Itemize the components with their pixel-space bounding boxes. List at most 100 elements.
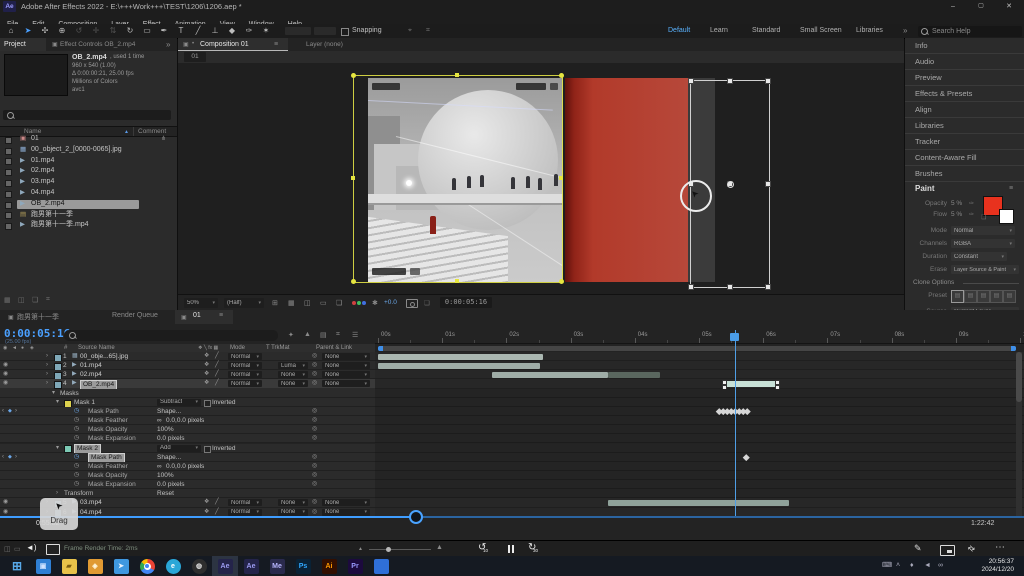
row-track[interactable] [375, 352, 1024, 361]
expand-arrow[interactable]: › [46, 361, 48, 370]
row-track[interactable] [375, 398, 1024, 407]
layer-duration-bar[interactable] [492, 372, 608, 378]
keyframe-indicator[interactable]: ◆ [8, 407, 12, 416]
row-track[interactable] [375, 480, 1024, 489]
clone-preset-5[interactable]: ▤ [1003, 290, 1016, 303]
label-square[interactable] [5, 148, 12, 155]
switch-icon[interactable]: ╱ [215, 498, 219, 507]
layer-duration-bar[interactable] [608, 372, 660, 378]
project-toolbar-icon[interactable]: ❏ [32, 296, 38, 304]
screencast-icon[interactable] [46, 544, 60, 555]
layer-name[interactable]: 01.mp4 [80, 361, 102, 370]
comp-breadcrumb[interactable]: 01 [184, 52, 206, 62]
panel-tab-effects-presets[interactable]: Effects & Presets [905, 86, 1024, 102]
prev-keyframe-button[interactable]: ‹ [2, 453, 4, 462]
label-square[interactable] [5, 158, 12, 165]
opacity-value[interactable]: 5 % [951, 200, 962, 207]
taskbar-folder[interactable]: ▰ [56, 556, 82, 576]
next-keyframe-button[interactable]: › [15, 407, 17, 416]
flow-value[interactable]: 5 % [951, 211, 962, 218]
mask-center-handle[interactable] [727, 181, 734, 188]
link-icon[interactable]: ∞ [157, 462, 162, 471]
mode-select[interactable]: Normal▾ [228, 353, 262, 360]
mode-select[interactable]: Normal▾ [228, 371, 262, 378]
selection-mid-handle[interactable] [455, 73, 459, 77]
tab-render-queue[interactable]: Render Queue [112, 312, 158, 319]
clone-preset-1[interactable]: ▤ [951, 290, 964, 303]
label-square[interactable] [5, 169, 12, 176]
project-item[interactable]: ▦00_object_2_[0000-0065].jpg [0, 145, 177, 156]
selection-mid-handle[interactable] [559, 176, 563, 180]
selection-corner-handle[interactable] [559, 279, 564, 284]
toolbar-extra-icon[interactable]: ⌗ [426, 27, 430, 35]
clone-preset-4[interactable]: ▤ [990, 290, 1003, 303]
property-value[interactable]: 0.0,0.0 pixels [166, 416, 204, 425]
taskbar-media-encoder[interactable]: Me [264, 556, 290, 576]
row-track[interactable] [375, 462, 1024, 471]
project-item[interactable]: ▶跑男第十一季.mp4 [0, 220, 177, 231]
clone-preset-2[interactable]: ▤ [964, 290, 977, 303]
panel-tab-libraries[interactable]: Libraries [905, 118, 1024, 134]
tray-icon[interactable]: ◄ [924, 556, 931, 576]
work-area-start-handle[interactable] [378, 346, 383, 351]
eye-toggle[interactable]: ◉ [3, 498, 8, 507]
player-progress-handle[interactable] [409, 510, 423, 524]
project-item[interactable]: ▶OB_2.mp4 [0, 199, 177, 210]
project-toolbar-icon[interactable]: ⌗ [46, 296, 50, 304]
selection-corner-handle[interactable] [351, 279, 356, 284]
pickwhip-icon[interactable]: ◎ [312, 480, 317, 489]
prev-keyframe-button[interactable]: ‹ [2, 407, 4, 416]
taskbar-app-bird[interactable]: ➤ [108, 556, 134, 576]
snapshot-camera-icon[interactable] [406, 299, 418, 308]
tray-icon[interactable]: ˄ [896, 556, 900, 576]
project-item[interactable]: ▶04.mp4 [0, 188, 177, 199]
mode-column[interactable]: Mode [230, 344, 245, 352]
taskbar-after-effects-2[interactable]: Ae [238, 556, 264, 576]
tray-clock[interactable]: 20:56:37 2024/12/20 [952, 558, 1014, 574]
project-item[interactable]: ▶01.mp4 [0, 156, 177, 167]
clone-stamp-tool[interactable]: ⊥ [208, 25, 222, 37]
row-track[interactable] [375, 416, 1024, 425]
label-square[interactable] [5, 180, 12, 187]
orbit-camera-tool[interactable]: ↺ [72, 25, 86, 37]
panel-tab-content-aware-fill[interactable]: Content-Aware Fill [905, 150, 1024, 166]
work-area-end-handle[interactable] [1011, 346, 1016, 351]
switch-icon[interactable]: ❖ [204, 361, 209, 370]
expand-arrow[interactable]: › [46, 370, 48, 379]
taskbar-premiere[interactable]: Pr [342, 556, 368, 576]
timeline-view-icon[interactable]: ▲ [304, 331, 311, 338]
stopwatch-icon[interactable]: ◷ [74, 480, 79, 489]
row-track[interactable] [375, 379, 1024, 388]
panel-tab-preview[interactable]: Preview [905, 70, 1024, 86]
channels-icon[interactable] [352, 301, 356, 305]
mask-vertex-handle[interactable] [688, 284, 694, 290]
puppet-pin-tool[interactable]: ✶ [259, 25, 273, 37]
workspace-overflow-icon[interactable]: » [903, 24, 907, 38]
panel-tab-audio[interactable]: Audio [905, 54, 1024, 70]
pickwhip-icon[interactable]: ◎ [312, 370, 317, 379]
taskbar-photoshop[interactable]: Ps [290, 556, 316, 576]
switch-icon[interactable]: ╱ [215, 352, 219, 361]
viewer-toggle-icon[interactable]: ▦ [288, 299, 295, 307]
zoom-in-mountain-icon[interactable]: ▲ [436, 544, 443, 551]
stopwatch-icon[interactable]: ◷ [74, 416, 79, 425]
trkmat-select[interactable]: None▾ [278, 371, 308, 378]
taskbar-app-orange[interactable]: ◈ [82, 556, 108, 576]
property-value[interactable]: Shape... [157, 407, 181, 416]
expand-arrow[interactable]: › [46, 352, 48, 361]
expand-arrow[interactable]: › [46, 379, 48, 388]
selection-mid-handle[interactable] [455, 279, 459, 283]
row-track[interactable] [375, 407, 1024, 416]
mask-vertex-handle[interactable] [765, 284, 771, 290]
panel-menu-icon[interactable]: ≡ [274, 38, 278, 51]
selection-corner-handle[interactable] [351, 73, 356, 78]
hand-tool[interactable]: ✣ [38, 25, 52, 37]
pickwhip-icon[interactable]: ◎ [312, 361, 317, 370]
taskbar-start[interactable]: ⊞ [4, 556, 30, 576]
switch-icon[interactable]: ╱ [215, 379, 219, 388]
property-name[interactable]: Mask Path [88, 407, 119, 416]
property-name[interactable]: Mask Opacity [88, 425, 127, 434]
viewer-toggle-icon[interactable]: ❏ [336, 299, 342, 307]
roto-brush-tool[interactable]: ✑ [242, 25, 256, 37]
property-name[interactable]: Mask Expansion [88, 434, 136, 443]
